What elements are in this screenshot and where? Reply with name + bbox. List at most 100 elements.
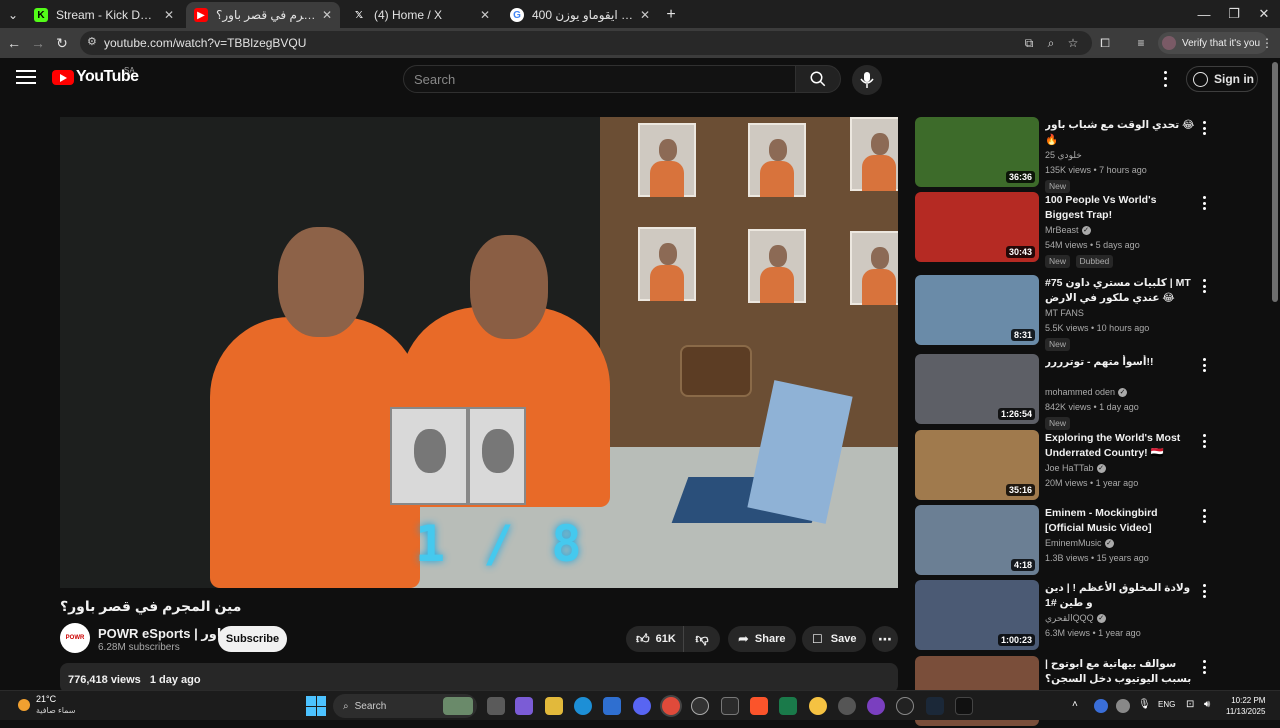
video-player[interactable]: 1 / 8	[60, 117, 898, 588]
zoom-icon[interactable]: ⌕	[1042, 34, 1060, 52]
new-tab-button[interactable]: +	[662, 2, 680, 28]
tab-youtube-video[interactable]: ▶ مين المجرم في قصر باور؟ - YouTube ✕	[186, 2, 340, 28]
taskbar-search[interactable]: ⌕ Search	[333, 694, 477, 718]
video-thumbnail[interactable]: 4:18	[915, 505, 1039, 575]
recommendation-item[interactable]: 8:31 #75 كلبيات مستري داون | MT عندي ملكو…	[915, 275, 1215, 351]
channel-avatar[interactable]: POWR	[60, 623, 90, 653]
cast-icon[interactable]: ⧉	[1020, 34, 1038, 52]
recommendation-title[interactable]: Eminem - Mockingbird [Official Music Vid…	[1045, 506, 1195, 536]
back-arrow-icon[interactable]: ←	[4, 33, 24, 53]
windows-start-icon[interactable]	[306, 696, 326, 716]
forward-arrow-icon[interactable]: →	[28, 33, 48, 53]
weather-widget[interactable]: 21°C سماء صافية	[18, 694, 76, 716]
tiktok-icon[interactable]	[955, 697, 973, 715]
recommendation-title[interactable]: #75 كلبيات مستري داون | MT عندي ملكور في…	[1045, 276, 1195, 306]
recommendation-menu-icon[interactable]	[1201, 279, 1207, 293]
subscribe-button[interactable]: Subscribe	[218, 626, 287, 652]
recommendation-menu-icon[interactable]	[1201, 434, 1207, 448]
scrollbar-thumb[interactable]	[1272, 62, 1278, 302]
extensions-icon[interactable]: ⧠	[1096, 34, 1114, 52]
dislike-button[interactable]: 👎︎	[684, 626, 720, 652]
tab-kick-dashboard[interactable]: K Stream - Kick Dashboard ✕	[26, 2, 182, 28]
close-icon[interactable]: ✕	[640, 8, 650, 22]
more-actions-button[interactable]: ⋯	[872, 626, 898, 652]
like-button[interactable]: 👍︎ 61K	[626, 626, 684, 652]
recommendation-item[interactable]: 4:18 Eminem - Mockingbird [Official Music…	[915, 505, 1215, 577]
recommendation-title[interactable]: أسوأ متهم - توترررر!!	[1045, 355, 1195, 370]
chrome-icon[interactable]	[662, 697, 680, 715]
channel-name[interactable]: POWR eSports | باور	[98, 626, 227, 642]
search-input[interactable]: Search	[403, 65, 796, 93]
excel-icon[interactable]	[779, 697, 797, 715]
recommendation-item[interactable]: 30:43 100 People Vs World's Biggest Trap!…	[915, 192, 1215, 268]
tray-chevron-icon[interactable]: ˄	[1072, 699, 1084, 711]
recommendation-item[interactable]: 36:36 تحدي الوقت مع شباب باور 😂🔥 خلودي 25 1…	[915, 117, 1215, 193]
tab-google-search[interactable]: G كرسي مكتب من ايقوماو يوزن 400 - Google…	[502, 2, 658, 28]
video-thumbnail[interactable]: 36:36	[915, 117, 1039, 187]
recommendation-item[interactable]: 1:00:23 ولادة المخلوق الأعظم ! | دين و طي…	[915, 580, 1215, 652]
twitch-like-icon[interactable]	[867, 697, 885, 715]
microphone-tray-icon[interactable]: 🎙︎	[1138, 699, 1151, 713]
video-thumbnail[interactable]: 8:31	[915, 275, 1039, 345]
youtube-logo[interactable]: YouTube SA	[52, 66, 139, 86]
emoji-app-icon[interactable]	[809, 697, 827, 715]
recommendation-title[interactable]: سوالف بيهاتية مع ابوتوح | بسبب اليوتيوب …	[1045, 657, 1195, 687]
tab-search-button[interactable]: ⌄	[4, 2, 22, 28]
save-button[interactable]: ☐ Save	[802, 626, 866, 652]
language-indicator[interactable]: ENG	[1158, 700, 1175, 709]
close-icon[interactable]: ✕	[164, 8, 174, 22]
recommendation-channel[interactable]: خلودي 25	[1045, 150, 1082, 161]
browser-menu-icon[interactable]: ⋮	[1258, 34, 1276, 52]
notifications-app-icon[interactable]	[838, 697, 856, 715]
address-bar[interactable]: ⚙ youtube.com/watch?v=TBBlzegBVQU ⧉ ⌕ ☆	[80, 31, 1092, 55]
system-clock[interactable]: 10:22 PM 11/13/2025	[1226, 695, 1265, 717]
voice-search-button[interactable]	[852, 65, 882, 95]
media-app-icon[interactable]	[896, 697, 914, 715]
capcut-icon[interactable]	[721, 697, 739, 715]
recommendation-menu-icon[interactable]	[1201, 660, 1207, 674]
close-icon[interactable]: ✕	[322, 8, 332, 22]
video-thumbnail[interactable]: 30:43	[915, 192, 1039, 262]
copilot-icon[interactable]	[515, 697, 533, 715]
recommendation-title[interactable]: تحدي الوقت مع شباب باور 😂🔥	[1045, 118, 1195, 148]
recommendation-title[interactable]: 100 People Vs World's Biggest Trap!	[1045, 193, 1195, 223]
recommendation-title[interactable]: ولادة المخلوق الأعظم ! | دين و طين #1	[1045, 581, 1195, 611]
close-icon[interactable]: ✕	[480, 8, 490, 22]
recommendation-title[interactable]: Exploring the World's Most Underrated Co…	[1045, 431, 1195, 461]
recommendation-menu-icon[interactable]	[1201, 509, 1207, 523]
recommendation-channel[interactable]: Joe HaTTab ✓	[1045, 463, 1106, 474]
settings-more-icon[interactable]	[1158, 69, 1172, 89]
recommendation-menu-icon[interactable]	[1201, 196, 1207, 210]
recommendation-item[interactable]: 1:26:54 أسوأ متهم - توترررر!! mohammed ode…	[915, 354, 1215, 430]
site-info-icon[interactable]: ⚙	[87, 35, 97, 48]
bookmark-star-icon[interactable]: ☆	[1064, 34, 1082, 52]
profile-verify-button[interactable]: Verify that it's you	[1158, 32, 1269, 54]
recommendation-channel[interactable]: MT FANS	[1045, 308, 1084, 318]
recommendation-channel[interactable]: القحريQQQ ✓	[1045, 613, 1106, 624]
recommendation-menu-icon[interactable]	[1201, 121, 1207, 135]
microsoft-store-icon[interactable]	[603, 697, 621, 715]
sign-in-button[interactable]: Sign in	[1186, 66, 1258, 92]
tab-x-home[interactable]: 𝕏 (4) Home / X ✕	[344, 2, 498, 28]
task-view-icon[interactable]	[487, 697, 505, 715]
hamburger-menu-icon[interactable]	[16, 70, 36, 86]
recommendation-menu-icon[interactable]	[1201, 358, 1207, 372]
video-thumbnail[interactable]: 1:00:23	[915, 580, 1039, 650]
recommendation-item[interactable]: 35:16 Exploring the World's Most Underrat…	[915, 430, 1215, 502]
tray-app-icon[interactable]	[1094, 699, 1108, 713]
recommendation-menu-icon[interactable]	[1201, 584, 1207, 598]
obs-icon[interactable]	[691, 697, 709, 715]
file-explorer-icon[interactable]	[545, 697, 563, 715]
tray-app-icon[interactable]	[1116, 699, 1130, 713]
reload-icon[interactable]: ↻	[52, 33, 72, 53]
network-icon[interactable]: ⊡	[1186, 699, 1200, 711]
share-button[interactable]: ➦ Share	[728, 626, 796, 652]
search-button[interactable]	[795, 65, 841, 93]
recommendation-channel[interactable]: MrBeast ✓	[1045, 225, 1091, 236]
edge-icon[interactable]	[574, 697, 592, 715]
discord-icon[interactable]	[633, 697, 651, 715]
description-box[interactable]: 776,418 views 1 day ago	[60, 663, 898, 693]
brave-icon[interactable]	[750, 697, 768, 715]
video-thumbnail[interactable]: 35:16	[915, 430, 1039, 500]
recommendation-channel[interactable]: mohammed oden ✓	[1045, 387, 1128, 398]
